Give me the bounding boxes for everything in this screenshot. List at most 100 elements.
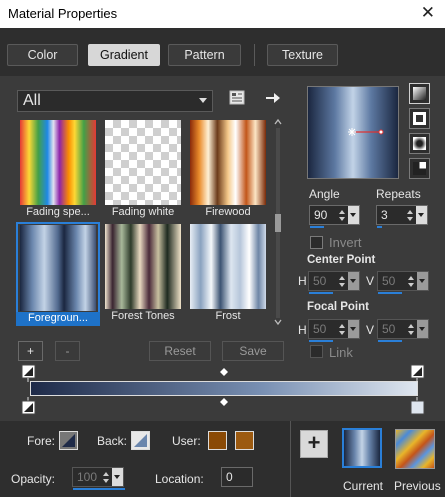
category-value: All xyxy=(23,92,41,109)
spin-down-icon[interactable] xyxy=(339,331,345,335)
fore-swatch[interactable] xyxy=(59,431,78,450)
current-swatch[interactable] xyxy=(342,428,382,468)
invert-checkbox[interactable] xyxy=(310,236,323,249)
spin-up-icon[interactable] xyxy=(339,324,345,328)
previous-swatch[interactable] xyxy=(395,429,435,469)
dropdown-arrow-icon[interactable] xyxy=(417,320,428,338)
opacity-value: 100 xyxy=(77,470,98,484)
center-v-label: V xyxy=(366,274,375,288)
user-swatch-2[interactable] xyxy=(235,431,254,450)
angle-label: Angle xyxy=(309,187,340,201)
spin-down-icon[interactable] xyxy=(407,217,413,221)
focal-point-label: Focal Point xyxy=(307,301,369,313)
remove-stop-button[interactable]: - xyxy=(55,341,80,361)
tab-texture[interactable]: Texture xyxy=(267,44,338,66)
dropdown-arrow-icon[interactable] xyxy=(112,468,123,486)
close-icon[interactable]: ✕ xyxy=(421,3,435,23)
link-checkbox[interactable] xyxy=(310,345,323,358)
center-h-spinbox[interactable]: 50 xyxy=(308,271,360,294)
add-to-library-button[interactable]: + xyxy=(300,430,328,458)
gradient-item[interactable]: Foregroun... xyxy=(16,222,100,326)
repeats-spinbox[interactable]: 3 xyxy=(376,205,428,228)
linear-style-icon[interactable] xyxy=(409,83,430,104)
title-bar: Material Properties ✕ xyxy=(0,0,445,28)
sunburst-style-icon[interactable] xyxy=(409,133,430,154)
gradient-editor-bar[interactable] xyxy=(30,381,418,396)
focal-h-slider-bar[interactable] xyxy=(309,340,333,342)
gradient-swatch xyxy=(105,224,181,309)
radial-style-icon[interactable] xyxy=(409,158,430,179)
opacity-slider-bar[interactable] xyxy=(73,488,125,490)
tab-color[interactable]: Color xyxy=(7,44,78,66)
back-label: Back: xyxy=(97,434,128,448)
opacity-spinbox[interactable]: 100 xyxy=(72,467,125,490)
gradient-item[interactable]: Frost xyxy=(187,222,269,324)
link-label: Link xyxy=(329,345,353,360)
gradient-swatch xyxy=(105,120,181,205)
dropdown-arrow-icon[interactable] xyxy=(348,272,359,290)
gradient-item-label: Foregroun... xyxy=(16,312,100,326)
spin-up-icon[interactable] xyxy=(407,210,413,214)
location-value: 0 xyxy=(226,470,233,484)
angle-handle[interactable] xyxy=(308,87,398,178)
spin-down-icon[interactable] xyxy=(339,217,345,221)
gradient-item[interactable]: Fading white xyxy=(102,118,184,220)
spin-down-icon[interactable] xyxy=(408,283,414,287)
focal-h-spinbox[interactable]: 50 xyxy=(308,319,360,342)
angle-spinbox[interactable]: 90 xyxy=(309,205,360,228)
spin-up-icon[interactable] xyxy=(103,472,109,476)
library-scrollbar[interactable] xyxy=(273,118,283,326)
repeats-label: Repeats xyxy=(376,187,421,201)
dropdown-arrow-icon[interactable] xyxy=(348,320,359,338)
window-title: Material Properties xyxy=(8,6,118,21)
center-h-slider-bar[interactable] xyxy=(309,292,333,294)
center-v-value: 50 xyxy=(382,274,396,288)
dropdown-arrow-icon[interactable] xyxy=(417,272,428,290)
category-dropdown[interactable]: All xyxy=(17,90,213,112)
fore-label: Fore: xyxy=(27,434,56,448)
spin-up-icon[interactable] xyxy=(339,210,345,214)
spin-down-icon[interactable] xyxy=(408,331,414,335)
angle-slider-bar[interactable] xyxy=(310,226,324,228)
repeats-slider-bar[interactable] xyxy=(377,226,382,228)
library-book-icon[interactable] xyxy=(229,90,247,106)
arrow-right-icon[interactable] xyxy=(264,90,282,106)
spin-up-icon[interactable] xyxy=(408,276,414,280)
spin-up-icon[interactable] xyxy=(339,276,345,280)
gradient-preview[interactable] xyxy=(307,86,399,179)
gradient-swatch xyxy=(20,225,96,311)
add-stop-button[interactable]: + xyxy=(18,341,43,361)
spin-down-icon[interactable] xyxy=(339,283,345,287)
gradient-item-label: Frost xyxy=(215,310,241,322)
back-swatch[interactable] xyxy=(131,431,150,450)
gradient-item-label: Fading white xyxy=(111,206,175,218)
user-label: User: xyxy=(172,434,201,448)
center-h-label: H xyxy=(298,274,307,288)
gradient-item[interactable]: Forest Tones xyxy=(102,222,184,324)
gradient-item-label: Fading spe... xyxy=(26,206,90,218)
location-field[interactable]: 0 xyxy=(221,467,253,487)
gradient-item[interactable]: Firewood xyxy=(187,118,269,220)
tab-pattern[interactable]: Pattern xyxy=(168,44,241,66)
spin-down-icon[interactable] xyxy=(103,479,109,483)
tab-gradient[interactable]: Gradient xyxy=(88,44,160,66)
dropdown-arrow-icon[interactable] xyxy=(348,206,359,224)
focal-v-label: V xyxy=(366,323,375,337)
focal-v-spinbox[interactable]: 50 xyxy=(377,319,429,342)
reset-button[interactable]: Reset xyxy=(149,341,211,361)
current-label: Current xyxy=(343,479,384,493)
focal-h-label: H xyxy=(298,323,307,337)
opacity-label: Opacity: xyxy=(11,472,56,486)
user-swatch-1[interactable] xyxy=(208,431,227,450)
rectangular-style-icon[interactable] xyxy=(409,108,430,129)
spin-up-icon[interactable] xyxy=(408,324,414,328)
gradient-item-label: Firewood xyxy=(205,206,251,218)
center-v-spinbox[interactable]: 50 xyxy=(377,271,429,294)
bottom-separator xyxy=(290,421,291,497)
gradient-swatch xyxy=(20,120,96,205)
dropdown-arrow-icon[interactable] xyxy=(416,206,427,224)
focal-v-slider-bar[interactable] xyxy=(378,340,402,342)
gradient-item[interactable]: Fading spe... xyxy=(17,118,99,220)
center-v-slider-bar[interactable] xyxy=(378,292,402,294)
save-button[interactable]: Save xyxy=(222,341,284,361)
